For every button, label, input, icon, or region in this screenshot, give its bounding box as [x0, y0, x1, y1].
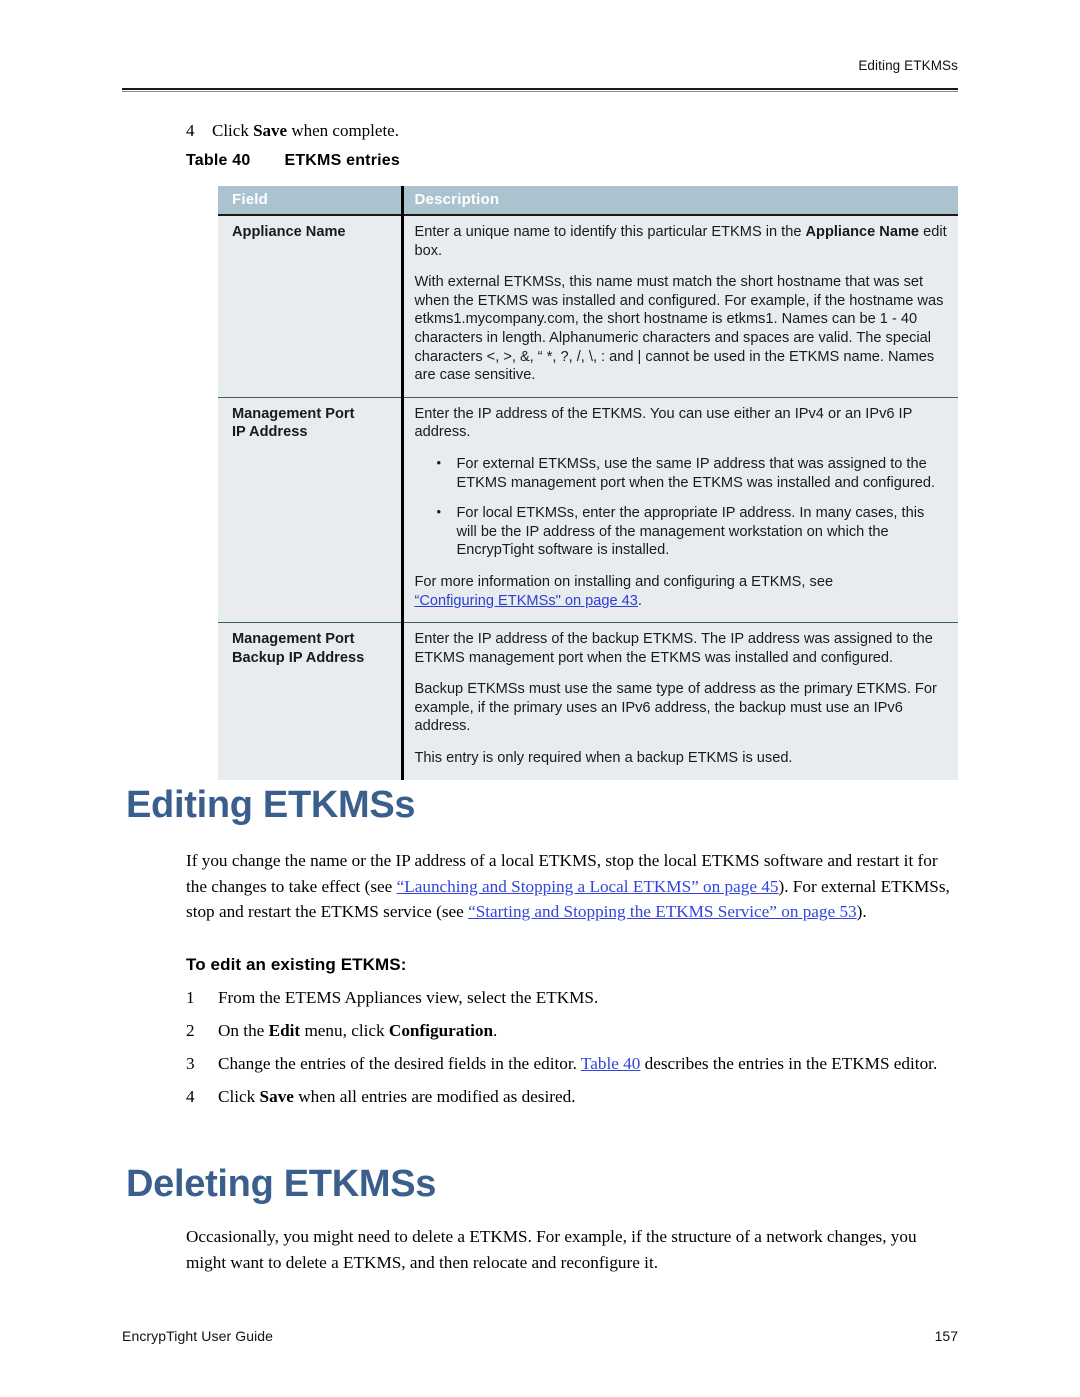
cross-reference-link-launching[interactable]: “Launching and Stopping a Local ETKMS” o…	[397, 877, 779, 896]
step-bold-configuration: Configuration	[388, 1021, 494, 1040]
pre-table-step-bold: Save	[253, 121, 288, 140]
etkms-entries-table: Field Description Appliance Name Enter a…	[218, 186, 958, 780]
step-text-a: Change the entries of the desired fields…	[218, 1054, 581, 1073]
cell-paragraph: With external ETKMSs, this name must mat…	[414, 274, 944, 384]
list-item: 1 From the ETEMS Appliances view, select …	[186, 985, 958, 1010]
table-row: Management Port IP Address Enter the IP …	[218, 396, 958, 623]
table-caption-title: ETKMS entries	[284, 152, 400, 169]
cell-paragraph-closing: For more information on installing and c…	[415, 573, 949, 610]
closing-text: For more information on installing and c…	[414, 573, 834, 590]
edit-steps-list: 1 From the ETEMS Appliances view, select …	[186, 985, 958, 1117]
field-line-2: Backup IP Address	[232, 649, 365, 666]
step-text-e: .	[493, 1021, 498, 1040]
step-text: From the ETEMS Appliances view, select t…	[218, 988, 599, 1007]
running-header: Editing ETKMSs	[858, 58, 958, 73]
link-suffix: .	[637, 592, 642, 609]
cell-bullet-list: For external ETKMSs, use the same IP add…	[415, 454, 949, 560]
table-caption: Table 40 ETKMS entries	[186, 152, 400, 170]
table-col-header-description: Description	[400, 186, 958, 215]
list-item: For local ETKMSs, enter the appropriate …	[437, 503, 949, 560]
table-row: Management Port Backup IP Address Enter …	[218, 622, 958, 780]
table-row: Appliance Name Enter a unique name to id…	[218, 213, 958, 398]
table-header-row: Field Description	[218, 186, 958, 215]
step-number: 2	[186, 1021, 195, 1040]
table-cell-field: Appliance Name	[218, 213, 402, 398]
table-caption-number: Table 40	[186, 152, 251, 169]
subheading-to-edit: To edit an existing ETKMS:	[186, 955, 407, 974]
field-line-2: IP Address	[232, 424, 308, 441]
list-item: 4 Click Save when all entries are modifie…	[186, 1084, 958, 1109]
table-cell-field: Management Port Backup IP Address	[218, 622, 402, 780]
pre-table-step: 4 Click Save when complete.	[186, 120, 958, 142]
cell-paragraph: Enter the IP address of the ETKMS. You c…	[414, 405, 913, 441]
step-number: 4	[186, 1087, 195, 1106]
pre-table-step-text-before: Click	[212, 121, 254, 140]
field-line-1: Management Port	[232, 405, 355, 422]
section-heading-deleting: Deleting ETKMSs	[126, 1163, 437, 1205]
table-cell-description: Enter a unique name to identify this par…	[400, 213, 958, 398]
step-number: 3	[186, 1054, 195, 1073]
header-rule	[122, 88, 958, 92]
deleting-intro-paragraph: Occasionally, you might need to delete a…	[186, 1227, 917, 1272]
cell-paragraph: Enter a unique name to identify this par…	[414, 224, 947, 259]
step-text-c: menu, click	[300, 1021, 389, 1040]
cross-reference-link-starting[interactable]: “Starting and Stopping the ETKMS Service…	[468, 902, 857, 921]
pre-table-step-number: 4	[186, 121, 195, 140]
editing-intro-paragraph: If you change the name or the IP address…	[186, 848, 958, 925]
field-line-1: Management Port	[232, 631, 355, 648]
list-item: For external ETKMSs, use the same IP add…	[437, 454, 949, 492]
table-col-header-field: Field	[218, 186, 402, 215]
cell-paragraph: Backup ETKMSs must use the same type of …	[414, 681, 937, 735]
cell-paragraph: This entry is only required when a backu…	[414, 750, 793, 767]
step-number: 1	[186, 988, 195, 1007]
cross-reference-link-table40[interactable]: Table 40	[581, 1054, 640, 1073]
list-item: 2 On the Edit menu, click Configuration.	[186, 1018, 958, 1043]
list-item: 3 Change the entries of the desired field…	[186, 1051, 958, 1076]
step-text-c: when all entries are modified as desired…	[293, 1087, 576, 1106]
table-cell-description: Enter the IP address of the backup ETKMS…	[400, 622, 958, 780]
step-bold-edit: Edit	[268, 1021, 301, 1040]
step-text-a: On the	[218, 1021, 269, 1040]
document-page: Editing ETKMSs 4 Click Save when complete…	[0, 0, 1080, 1397]
step-bold-save: Save	[259, 1087, 294, 1106]
inline-bold: Appliance Name	[805, 224, 920, 240]
step-text-c: describes the entries in the ETKMS edito…	[640, 1054, 938, 1073]
section-heading-editing: Editing ETKMSs	[126, 784, 416, 826]
step-text-a: Click	[218, 1087, 260, 1106]
footer-page-number: 157	[934, 1328, 958, 1344]
cross-reference-link[interactable]: “Configuring ETKMSs" on page 43	[415, 593, 638, 609]
pre-table-step-text-after: when complete.	[287, 121, 399, 140]
table-cell-field: Management Port IP Address	[218, 396, 402, 623]
paragraph-text-3: ).	[856, 902, 867, 921]
cell-paragraph: Enter the IP address of the backup ETKMS…	[414, 631, 933, 666]
table-cell-description: Enter the IP address of the ETKMS. You c…	[400, 396, 958, 623]
